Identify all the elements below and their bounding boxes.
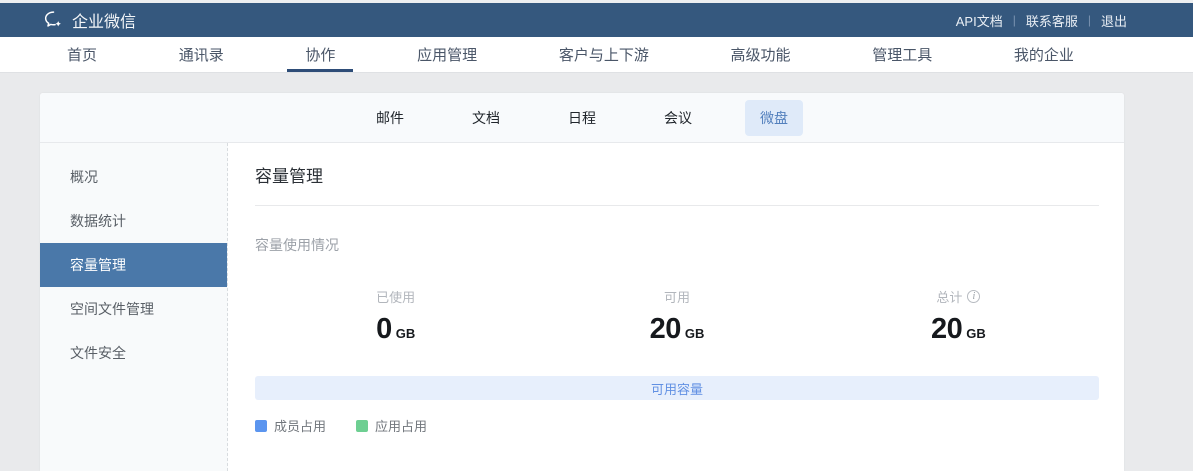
- brand[interactable]: 企业微信: [43, 8, 136, 32]
- capacity-bar: 可用容量: [255, 376, 1099, 400]
- nav-item-my-company[interactable]: 我的企业: [1010, 37, 1078, 72]
- page-title: 容量管理: [255, 162, 1099, 187]
- stat-used-value: 0 GB: [255, 313, 536, 346]
- content: 容量管理 容量使用情况 已使用 0 GB 可用 20 GB: [228, 143, 1124, 471]
- tab-meeting[interactable]: 会议: [649, 100, 707, 136]
- stat-total: 总计 20 GB: [818, 287, 1099, 346]
- tab-wedrive[interactable]: 微盘: [745, 100, 803, 136]
- topbar-link-contact-support[interactable]: 联系客服: [1026, 11, 1078, 30]
- capacity-legend: 成员占用 应用占用: [255, 416, 1099, 435]
- sidebar-item-overview[interactable]: 概况: [40, 155, 227, 199]
- legend-item-member: 成员占用: [255, 416, 326, 435]
- capacity-usage-section-label: 容量使用情况: [255, 235, 1099, 255]
- topbar-separator: |: [1088, 13, 1091, 27]
- nav-item-admin-tools[interactable]: 管理工具: [868, 37, 936, 72]
- stat-total-value: 20 GB: [818, 313, 1099, 346]
- sidebar: 概况 数据统计 容量管理 空间文件管理 文件安全: [40, 143, 228, 471]
- capacity-bar-label: 可用容量: [651, 379, 703, 398]
- nav-item-contacts[interactable]: 通讯录: [175, 37, 228, 72]
- capacity-stats: 已使用 0 GB 可用 20 GB 总计: [255, 287, 1099, 346]
- topbar: 企业微信 API文档 | 联系客服 | 退出: [0, 3, 1193, 37]
- app-usage-swatch: [356, 420, 368, 432]
- sidebar-item-capacity-management[interactable]: 容量管理: [40, 243, 227, 287]
- topbar-link-logout[interactable]: 退出: [1101, 11, 1127, 30]
- nav-item-home[interactable]: 首页: [63, 37, 101, 72]
- nav-item-app-management[interactable]: 应用管理: [413, 37, 481, 72]
- tab-docs[interactable]: 文档: [457, 100, 515, 136]
- info-icon[interactable]: [967, 290, 980, 303]
- stat-available-label: 可用: [664, 287, 690, 306]
- nav-item-advanced-features[interactable]: 高级功能: [727, 37, 795, 72]
- stat-available: 可用 20 GB: [536, 287, 817, 346]
- topbar-links: API文档 | 联系客服 | 退出: [956, 11, 1127, 30]
- stat-used: 已使用 0 GB: [255, 287, 536, 346]
- title-divider: [255, 205, 1099, 206]
- nav-item-collaboration[interactable]: 协作: [301, 37, 339, 72]
- sidebar-item-statistics[interactable]: 数据统计: [40, 199, 227, 243]
- main-card: 邮件 文档 日程 会议 微盘 概况 数据统计 容量管理 空间文件管理 文件安全 …: [40, 93, 1124, 471]
- tab-calendar[interactable]: 日程: [553, 100, 611, 136]
- stat-used-label: 已使用: [376, 287, 415, 306]
- sidebar-item-space-file-management[interactable]: 空间文件管理: [40, 287, 227, 331]
- nav-item-customers[interactable]: 客户与上下游: [555, 37, 653, 72]
- topbar-link-api-docs[interactable]: API文档: [956, 11, 1003, 30]
- legend-member-label: 成员占用: [274, 416, 326, 435]
- wechat-work-logo-icon: [43, 9, 65, 31]
- legend-item-app: 应用占用: [356, 416, 427, 435]
- topbar-separator: |: [1013, 13, 1016, 27]
- card-body: 概况 数据统计 容量管理 空间文件管理 文件安全 容量管理 容量使用情况 已使用…: [40, 143, 1124, 471]
- main-nav: 首页 通讯录 协作 应用管理 客户与上下游 高级功能 管理工具 我的企业: [0, 37, 1193, 73]
- stat-total-label: 总计: [936, 287, 962, 306]
- brand-name: 企业微信: [72, 8, 136, 32]
- sidebar-item-file-security[interactable]: 文件安全: [40, 331, 227, 375]
- collaboration-tabs: 邮件 文档 日程 会议 微盘: [40, 93, 1124, 143]
- stat-available-value: 20 GB: [536, 313, 817, 346]
- legend-app-label: 应用占用: [375, 416, 427, 435]
- member-usage-swatch: [255, 420, 267, 432]
- tab-mail[interactable]: 邮件: [361, 100, 419, 136]
